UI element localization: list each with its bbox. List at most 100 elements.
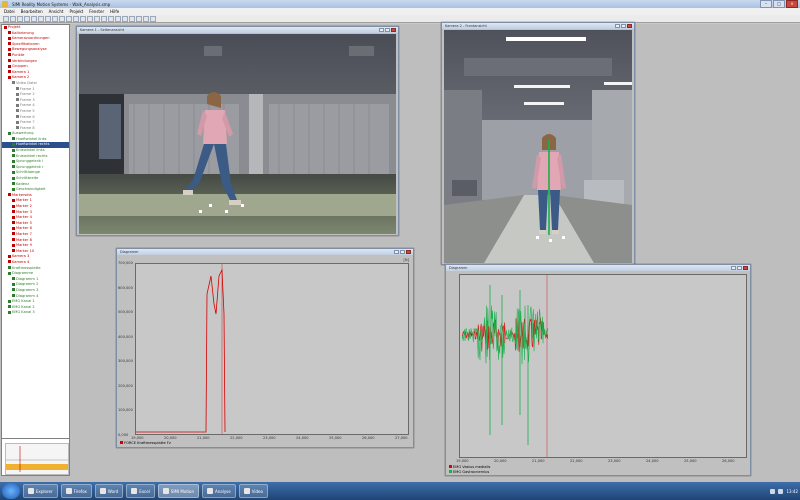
tree-item-label: Verbindungen <box>12 58 38 63</box>
tree-item-label: Marker 3 <box>16 209 32 214</box>
taskbar: Explorer Firefox Word Excel SIMI Motion Analy… <box>0 482 800 500</box>
tree-node-icon <box>12 148 15 152</box>
emg-chart-plot[interactable] <box>459 274 747 458</box>
close-button[interactable]: × <box>786 0 798 8</box>
tree-node-icon <box>12 210 15 214</box>
taskbar-item[interactable]: Video <box>238 484 268 498</box>
tree-node-icon <box>12 165 15 169</box>
force-chart-plot[interactable] <box>135 263 409 435</box>
toolbar-tool-icon[interactable] <box>115 15 121 22</box>
mini-timeline-graphic <box>6 446 68 472</box>
start-button[interactable] <box>2 483 20 499</box>
toolbar-tool-icon[interactable] <box>87 15 93 22</box>
tree-node-icon <box>12 81 15 85</box>
tree-item-label: EMG Kanal 2 <box>12 304 35 309</box>
emg-x-tick: 25,000 <box>684 459 697 463</box>
minimize-button[interactable]: – <box>760 0 772 8</box>
toolbar-tool-icon[interactable] <box>150 15 156 22</box>
toolbar-tool-icon[interactable] <box>101 15 107 22</box>
emg-x-tick: 19,000 <box>456 459 469 463</box>
force-y-tick: 600,000 <box>118 285 133 290</box>
mini-timeline-chart[interactable] <box>5 443 69 475</box>
video1-minimize-button[interactable] <box>379 28 384 32</box>
taskbar-item-label: Video <box>251 488 263 494</box>
toolbar-tool-icon[interactable] <box>122 15 128 22</box>
taskbar-item[interactable]: Word <box>94 484 124 498</box>
taskbar-item[interactable]: Analyse <box>201 484 236 498</box>
tree-item[interactable]: EMG Kanal 3 <box>2 310 69 316</box>
menu-item-1[interactable]: Bearbeiten <box>21 9 43 14</box>
window-titlebar: SIMI Reality Motion Systems - Walk_Analy… <box>0 0 800 8</box>
toolbar-tool-icon[interactable] <box>45 15 51 22</box>
toolbar-tool-icon[interactable] <box>52 15 58 22</box>
menu-bar: Datei Bearbeiten Ansicht Projekt Fenster Hilf… <box>0 8 800 15</box>
tree-item-label: Frame 6 <box>20 114 35 119</box>
force-chart-window[interactable]: Diagramm [N] FORCE Kraftmessplatte Fz 70… <box>116 248 414 448</box>
video2-minimize-button[interactable] <box>615 24 620 28</box>
emg-chart-window[interactable]: Diagramm EMG Vastus medialis EMG Gastroc… <box>445 264 751 476</box>
tree-item-label: Frame 7 <box>20 120 35 125</box>
force-x-tick: 24,000 <box>296 436 309 440</box>
toolbar-tool-icon[interactable] <box>59 15 65 22</box>
menu-item-2[interactable]: Ansicht <box>49 9 64 14</box>
menu-item-5[interactable]: Hilfe <box>110 9 119 14</box>
taskbar-item[interactable]: Explorer <box>23 484 58 498</box>
toolbar-tool-icon[interactable] <box>24 15 30 22</box>
taskbar-item[interactable]: Firefox <box>60 484 92 498</box>
tree-item-label: Punkte <box>12 52 25 57</box>
force-legend-label: FORCE Kraftmessplatte Fz <box>124 441 171 445</box>
emg-x-tick: 23,000 <box>608 459 621 463</box>
tree-item-label: Kadenz <box>16 181 30 186</box>
toolbar-tool-icon[interactable] <box>94 15 100 22</box>
maximize-button[interactable]: □ <box>773 0 785 8</box>
chart2-close-button[interactable] <box>743 266 748 270</box>
toolbar-tool-icon[interactable] <box>129 15 135 22</box>
chart1-close-button[interactable] <box>406 250 411 254</box>
menu-item-0[interactable]: Datei <box>4 9 15 14</box>
video-frame-front[interactable] <box>444 30 632 263</box>
toolbar-tool-icon[interactable] <box>31 15 37 22</box>
taskbar-item[interactable]: Excel <box>126 484 155 498</box>
menu-item-4[interactable]: Fenster <box>89 9 104 14</box>
force-chart-unit: [N] <box>403 258 410 262</box>
toolbar-tool-icon[interactable] <box>10 15 16 22</box>
network-icon[interactable] <box>770 488 776 494</box>
video2-close-button[interactable] <box>627 24 632 28</box>
tree-node-icon <box>12 221 15 225</box>
tree-node-icon <box>16 87 19 91</box>
clock[interactable]: 13:42 <box>786 489 798 494</box>
system-tray: 13:42 <box>770 484 798 498</box>
toolbar-tool-icon[interactable] <box>136 15 142 22</box>
force-x-tick: 20,000 <box>164 436 177 440</box>
volume-icon[interactable] <box>778 488 784 494</box>
toolbar-tool-icon[interactable] <box>38 15 44 22</box>
tree-item-label: Frame 1 <box>20 86 35 91</box>
toolbar-tool-icon[interactable] <box>17 15 23 22</box>
video1-maximize-button[interactable] <box>385 28 390 32</box>
video-window-front[interactable]: Kamera 2 - Frontansicht <box>441 22 635 265</box>
menu-item-3[interactable]: Projekt <box>69 9 83 14</box>
tree-node-icon <box>12 282 15 286</box>
chart1-maximize-button[interactable] <box>400 250 405 254</box>
chart2-minimize-button[interactable] <box>731 266 736 270</box>
chart1-minimize-button[interactable] <box>394 250 399 254</box>
project-tree[interactable]: Projekt Kalibrierung Kamerazuordnungen Spez… <box>1 24 70 476</box>
toolbar-tool-icon[interactable] <box>73 15 79 22</box>
tree-item-label: Diagramm 2 <box>16 282 39 287</box>
taskbar-item[interactable]: SIMI Motion <box>157 484 199 498</box>
video1-close-button[interactable] <box>391 28 396 32</box>
toolbar-tool-icon[interactable] <box>80 15 86 22</box>
video2-maximize-button[interactable] <box>621 24 626 28</box>
toolbar-tool-icon[interactable] <box>108 15 114 22</box>
tree-node-icon <box>12 288 15 292</box>
toolbar-tool-icon[interactable] <box>143 15 149 22</box>
toolbar-tool-icon[interactable] <box>66 15 72 22</box>
video-frame-side[interactable] <box>79 34 396 234</box>
chart2-maximize-button[interactable] <box>737 266 742 270</box>
video-window-side[interactable]: Kamera 1 - Seitenansicht <box>76 26 399 236</box>
tree-node-icon <box>12 154 15 158</box>
force-y-tick: 0,000 <box>118 433 129 437</box>
toolbar-tool-icon[interactable] <box>3 15 9 22</box>
tree-item-label: Kamera 4 <box>12 259 30 264</box>
tree-node-icon <box>12 232 15 236</box>
